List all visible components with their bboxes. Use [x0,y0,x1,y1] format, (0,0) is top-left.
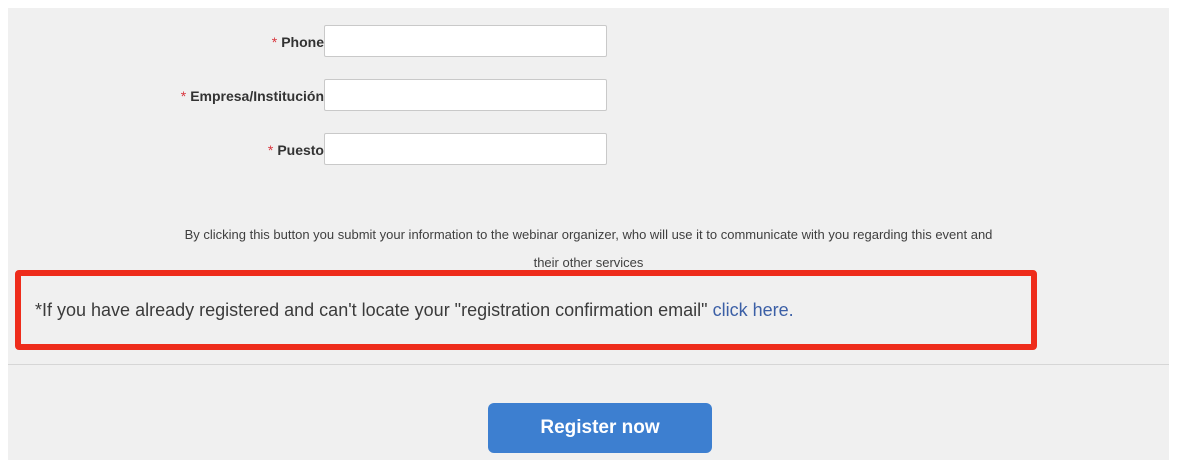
empresa-input[interactable] [324,79,607,111]
phone-input[interactable] [324,25,607,57]
registration-form-panel: * Phone * Empresa/Institución * Puesto By c… [8,8,1169,460]
required-marker: * [180,88,187,104]
register-now-button[interactable]: Register now [488,403,712,453]
phone-label-text: Phone [281,34,324,50]
puesto-label: * Puesto [268,142,324,158]
empresa-label: * Empresa/Institución [181,88,324,104]
puesto-row: * Puesto [8,133,708,167]
required-marker: * [267,142,274,158]
phone-row: * Phone [8,25,708,59]
disclaimer-line-1: By clicking this button you submit your … [184,227,993,242]
section-divider [8,364,1169,365]
puesto-label-text: Puesto [277,142,324,158]
already-registered-text: *If you have already registered and can'… [35,300,713,320]
click-here-link[interactable]: click here. [713,300,794,320]
phone-label: * Phone [272,34,324,50]
submission-disclaimer: By clicking this button you submit your … [32,221,1145,277]
puesto-input[interactable] [324,133,607,165]
empresa-row: * Empresa/Institución [8,79,708,113]
highlight-annotation-box: *If you have already registered and can'… [15,270,1037,350]
required-marker: * [271,34,278,50]
empresa-label-text: Empresa/Institución [190,88,324,104]
already-registered-notice: *If you have already registered and can'… [35,300,794,321]
